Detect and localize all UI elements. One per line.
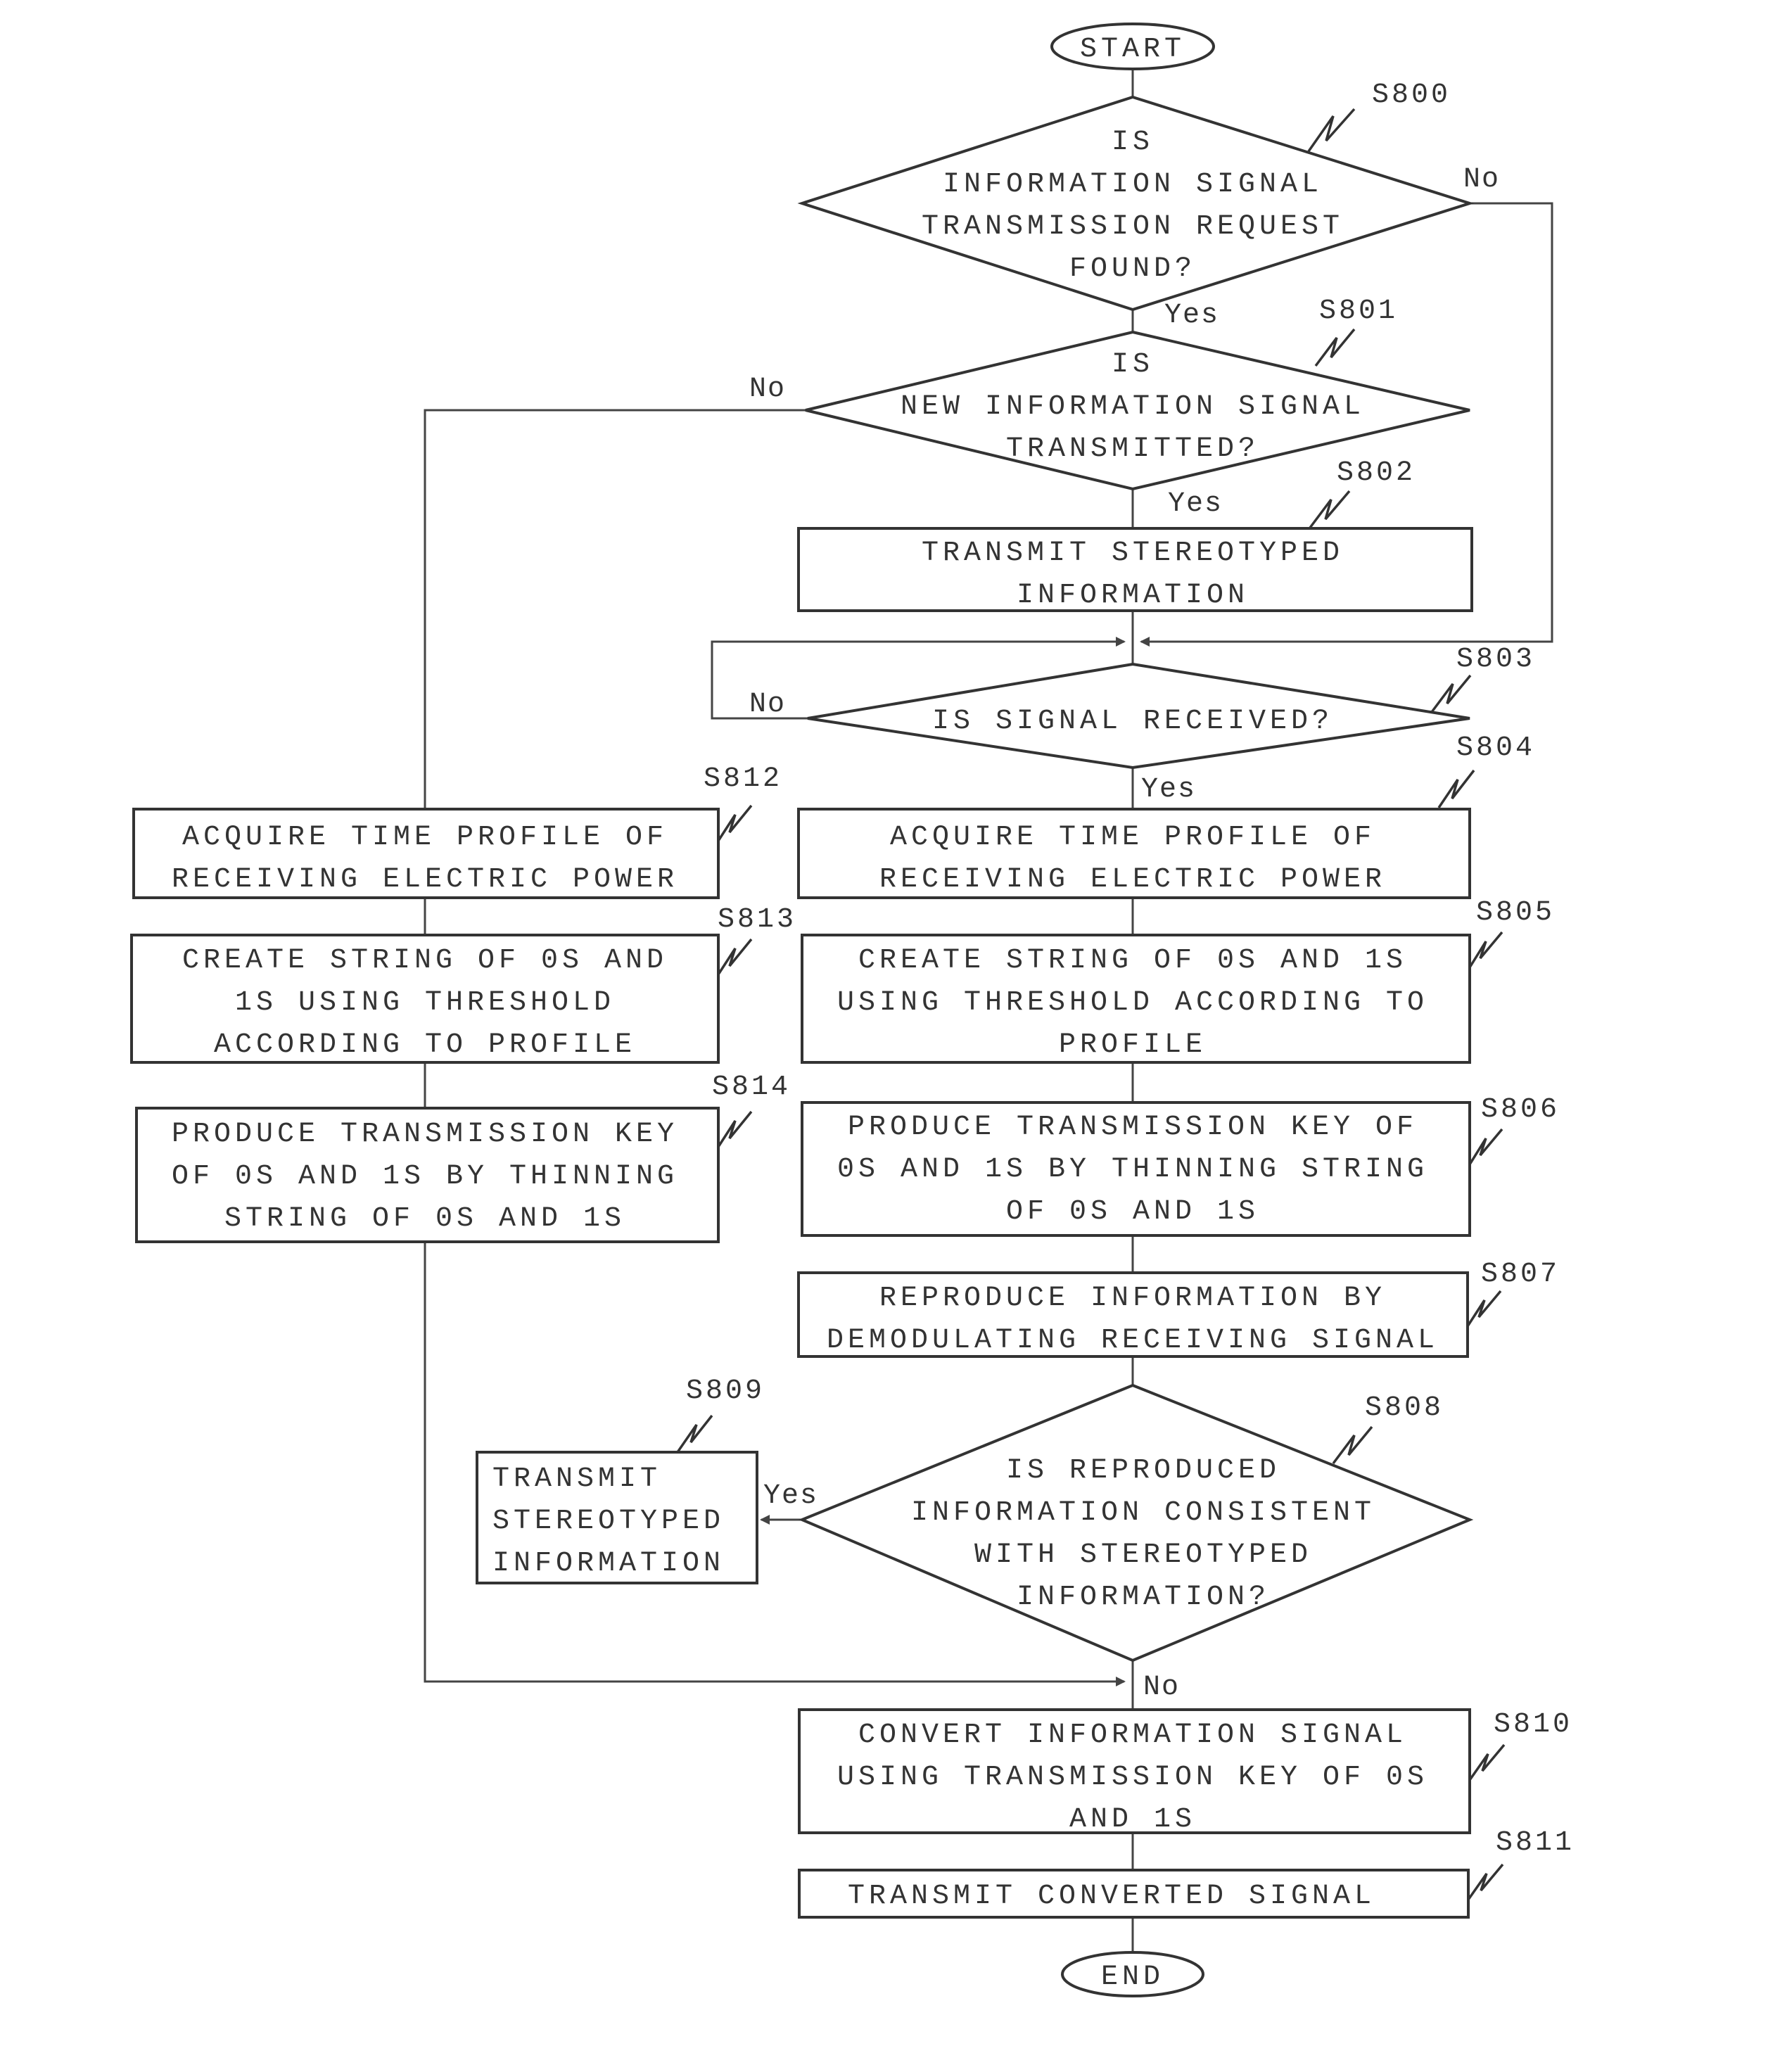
process-s807: REPRODUCE INFORMATION BY DEMODULATING RE… [797, 1271, 1469, 1358]
leader-s804 [1437, 769, 1475, 808]
s813-line: 1S USING THRESHOLD [235, 987, 615, 1019]
process-s814: PRODUCE TRANSMISSION KEY OF 0S AND 1S BY… [135, 1107, 720, 1243]
step-label-s811: S811 [1496, 1827, 1575, 1859]
leader-s814 [717, 1110, 753, 1148]
s812-line: ACQUIRE TIME PROFILE OF [182, 822, 668, 853]
s804-line: RECEIVING ELECTRIC POWER [879, 864, 1386, 896]
s800-line: TRANSMISSION REQUEST [922, 211, 1344, 243]
process-s810: CONVERT INFORMATION SIGNAL USING TRANSMI… [798, 1708, 1471, 1836]
s805-line: USING THRESHOLD ACCORDING TO [837, 987, 1428, 1019]
step-label-s807: S807 [1481, 1259, 1560, 1290]
leader-s805 [1468, 931, 1503, 968]
s806-line: 0S AND 1S BY THINNING STRING [837, 1154, 1428, 1186]
step-label-s814: S814 [712, 1072, 791, 1103]
s808-no-label: No [1143, 1672, 1180, 1703]
connector-s801-no [424, 409, 806, 809]
s814-line: STRING OF 0S AND 1S [224, 1203, 625, 1235]
s808-yes-label: Yes [763, 1480, 818, 1512]
s800-yes-label: Yes [1164, 300, 1219, 331]
s800-no-label: No [1463, 164, 1500, 196]
step-label-s805: S805 [1476, 897, 1555, 929]
s803-no-label: No [749, 689, 786, 720]
process-s812: ACQUIRE TIME PROFILE OF RECEIVING ELECTR… [132, 808, 720, 899]
s806-line: OF 0S AND 1S [1006, 1196, 1259, 1228]
start-label: START [1080, 34, 1185, 65]
s805-line: CREATE STRING OF 0S AND 1S [858, 945, 1407, 977]
process-s806: PRODUCE TRANSMISSION KEY OF 0S AND 1S BY… [801, 1101, 1471, 1237]
s800-line: FOUND? [1069, 253, 1196, 285]
step-label-s803: S803 [1456, 644, 1535, 675]
s814-line: OF 0S AND 1S BY THINNING [172, 1161, 678, 1193]
process-s802: TRANSMIT STEREOTYPED INFORMATION [797, 527, 1473, 612]
s804-line: ACQUIRE TIME PROFILE OF [890, 822, 1375, 853]
s801-no-label: No [749, 374, 786, 405]
s808-line: IS REPRODUCED [1006, 1455, 1280, 1487]
s807-line: REPRODUCE INFORMATION BY [879, 1283, 1386, 1314]
process-s813: CREATE STRING OF 0S AND 1S USING THRESHO… [130, 934, 720, 1064]
step-label-s813: S813 [718, 904, 796, 936]
s803-line: IS SIGNAL RECEIVED? [932, 706, 1333, 737]
step-label-s800: S800 [1372, 80, 1451, 111]
leader-s809 [676, 1414, 713, 1453]
decision-s800: IS INFORMATION SIGNAL TRANSMISSION REQUE… [797, 95, 1475, 312]
s814-line: PRODUCE TRANSMISSION KEY [172, 1119, 678, 1150]
s801-yes-label: Yes [1168, 488, 1223, 520]
s809-line: TRANSMIT [492, 1463, 661, 1495]
s809-line: INFORMATION [492, 1548, 725, 1580]
step-label-s801: S801 [1319, 295, 1398, 327]
leader-s808 [1332, 1425, 1373, 1465]
step-label-s809: S809 [686, 1375, 765, 1407]
s800-line: INFORMATION SIGNAL [943, 169, 1323, 201]
s806-line: PRODUCE TRANSMISSION KEY OF [848, 1112, 1418, 1143]
s812-line: RECEIVING ELECTRIC POWER [172, 864, 678, 896]
s810-line: USING TRANSMISSION KEY OF 0S [837, 1762, 1428, 1793]
s810-line: AND 1S [1069, 1804, 1196, 1836]
s808-line: WITH STEREOTYPED [974, 1539, 1312, 1571]
leader-s801 [1314, 328, 1356, 367]
leader-s800 [1307, 108, 1356, 153]
process-s811: TRANSMIT CONVERTED SIGNAL [798, 1869, 1470, 1919]
leader-s807 [1466, 1290, 1502, 1327]
decision-s808: IS REPRODUCED INFORMATION CONSISTENT WIT… [798, 1383, 1474, 1663]
step-label-s806: S806 [1481, 1094, 1560, 1126]
s807-line: DEMODULATING RECEIVING SIGNAL [827, 1325, 1439, 1356]
step-label-s812: S812 [704, 763, 782, 795]
s808-line: INFORMATION CONSISTENT [911, 1497, 1375, 1529]
s801-line: TRANSMITTED? [1006, 433, 1259, 465]
process-s809: TRANSMIT STEREOTYPED INFORMATION [476, 1451, 758, 1584]
s811-line: TRANSMIT CONVERTED SIGNAL [848, 1881, 1375, 1912]
s805-line: PROFILE [1059, 1029, 1207, 1061]
leader-s806 [1468, 1128, 1503, 1165]
step-label-s810: S810 [1494, 1709, 1572, 1741]
end-terminal: END [1061, 1951, 1204, 1997]
step-label-s804: S804 [1456, 732, 1535, 764]
s808-line: INFORMATION? [1017, 1582, 1270, 1613]
decision-s803: IS SIGNAL RECEIVED? [807, 662, 1470, 770]
s809-line: STEREOTYPED [492, 1506, 725, 1537]
process-s805: CREATE STRING OF 0S AND 1S USING THRESHO… [801, 934, 1471, 1064]
leader-s813 [717, 938, 753, 975]
s801-line: NEW INFORMATION SIGNAL [901, 391, 1365, 423]
s800-line: IS [1112, 127, 1154, 158]
leader-s802 [1309, 490, 1351, 529]
s810-line: CONVERT INFORMATION SIGNAL [858, 1720, 1407, 1751]
s803-yes-label: Yes [1141, 774, 1196, 806]
process-s804: ACQUIRE TIME PROFILE OF RECEIVING ELECTR… [797, 808, 1471, 899]
leader-s810 [1468, 1743, 1506, 1781]
start-terminal: START [1050, 23, 1215, 70]
s813-line: CREATE STRING OF 0S AND [182, 945, 668, 977]
leader-s812 [717, 804, 753, 841]
end-label: END [1101, 1962, 1164, 1993]
leader-s811 [1467, 1863, 1504, 1901]
s801-line: IS [1112, 349, 1154, 381]
s802-line: INFORMATION [1017, 580, 1249, 611]
step-label-s802: S802 [1337, 457, 1416, 489]
s802-line: TRANSMIT STEREOTYPED [922, 538, 1344, 569]
step-label-s808: S808 [1365, 1392, 1444, 1424]
leader-s803 [1430, 674, 1472, 713]
s813-line: ACCORDING TO PROFILE [214, 1029, 636, 1061]
flowchart: START END IS INFORMATION SIGNAL TRANSMIS… [130, 23, 1575, 1997]
